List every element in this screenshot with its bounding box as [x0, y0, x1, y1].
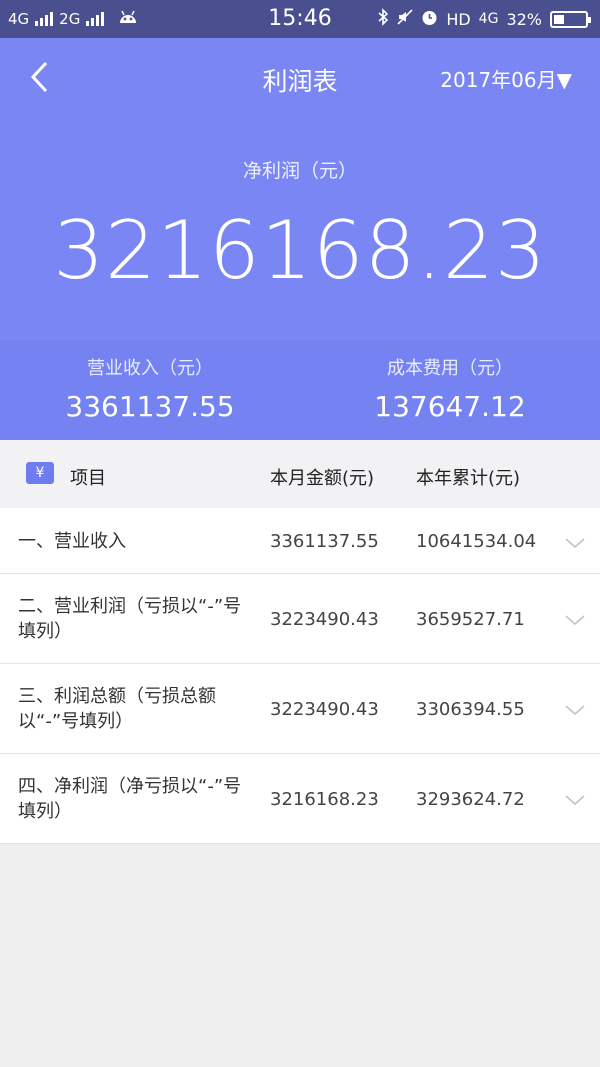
table-row[interactable]: 三、利润总额（亏损总额以“-”号填列） 3223490.43 3306394.5… — [0, 664, 600, 754]
row-year-total: 3293624.72 — [416, 789, 525, 810]
chevron-down-icon[interactable] — [564, 702, 586, 716]
revenue-value: 3361137.55 — [65, 390, 235, 423]
row-month-amount: 3361137.55 — [270, 531, 379, 552]
battery-icon — [550, 10, 591, 28]
row-name: 二、营业利润（亏损以“-”号填列） — [18, 596, 242, 642]
battery-percent: 32% — [506, 9, 542, 29]
row-name: 一、营业收入 — [18, 531, 126, 552]
profit-table: 一、营业收入 3361137.55 10641534.04 二、营业利润（亏损以… — [0, 508, 600, 844]
row-month-amount: 3223490.43 — [270, 699, 379, 720]
cost-value: 137647.12 — [374, 390, 526, 423]
row-name: 四、净利润（净亏损以“-”号填列） — [18, 776, 242, 822]
table-row[interactable]: 二、营业利润（亏损以“-”号填列） 3223490.43 3659527.71 — [0, 574, 600, 664]
revenue-label: 营业收入（元） — [87, 358, 213, 379]
status-bar: 4G 2G 15:46 HD 4G 32% — [0, 0, 600, 38]
row-month-amount: 3216168.23 — [270, 789, 379, 810]
network-4g-label-2: 4G — [478, 11, 499, 27]
summary-panel: 营业收入（元） 3361137.55 成本费用（元） 137647.12 — [0, 340, 600, 440]
mute-icon — [397, 9, 413, 29]
chevron-down-icon[interactable] — [564, 612, 586, 626]
row-year-total: 3659527.71 — [416, 609, 525, 630]
table-row[interactable]: 四、净利润（净亏损以“-”号填列） 3216168.23 3293624.72 — [0, 754, 600, 844]
ticket-icon: ¥ — [26, 462, 54, 484]
hd-label: HD — [446, 9, 471, 29]
net-profit-label: 净利润（元） — [242, 160, 357, 182]
status-right: HD 4G 32% — [377, 8, 591, 30]
row-year-total: 3306394.55 — [416, 699, 525, 720]
revenue-summary: 营业收入（元） 3361137.55 — [0, 354, 300, 423]
row-month-amount: 3223490.43 — [270, 609, 379, 630]
month-selector[interactable]: 2017年06月▼ — [440, 64, 572, 93]
net-profit-value: 3216168.23 — [53, 204, 547, 297]
chevron-down-icon[interactable] — [564, 792, 586, 806]
table-header: ¥ 项目 本月金额(元) 本年累计(元) — [0, 440, 600, 508]
row-name: 三、利润总额（亏损总额以“-”号填列） — [18, 686, 216, 732]
header-year-total: 本年累计(元) — [416, 468, 521, 489]
header-item: 项目 — [70, 468, 106, 489]
hero-panel: 利润表 2017年06月▼ 净利润（元） 3216168.23 — [0, 38, 600, 340]
chevron-down-icon[interactable] — [564, 535, 586, 549]
alarm-icon — [421, 9, 438, 30]
row-year-total: 10641534.04 — [416, 531, 537, 552]
cost-label: 成本费用（元） — [387, 358, 513, 379]
cost-summary: 成本费用（元） 137647.12 — [300, 354, 600, 423]
battery-fill — [554, 14, 564, 24]
header-month-amount: 本月金额(元) — [270, 468, 375, 489]
bluetooth-icon — [377, 8, 389, 30]
table-row[interactable]: 一、营业收入 3361137.55 10641534.04 — [0, 508, 600, 574]
